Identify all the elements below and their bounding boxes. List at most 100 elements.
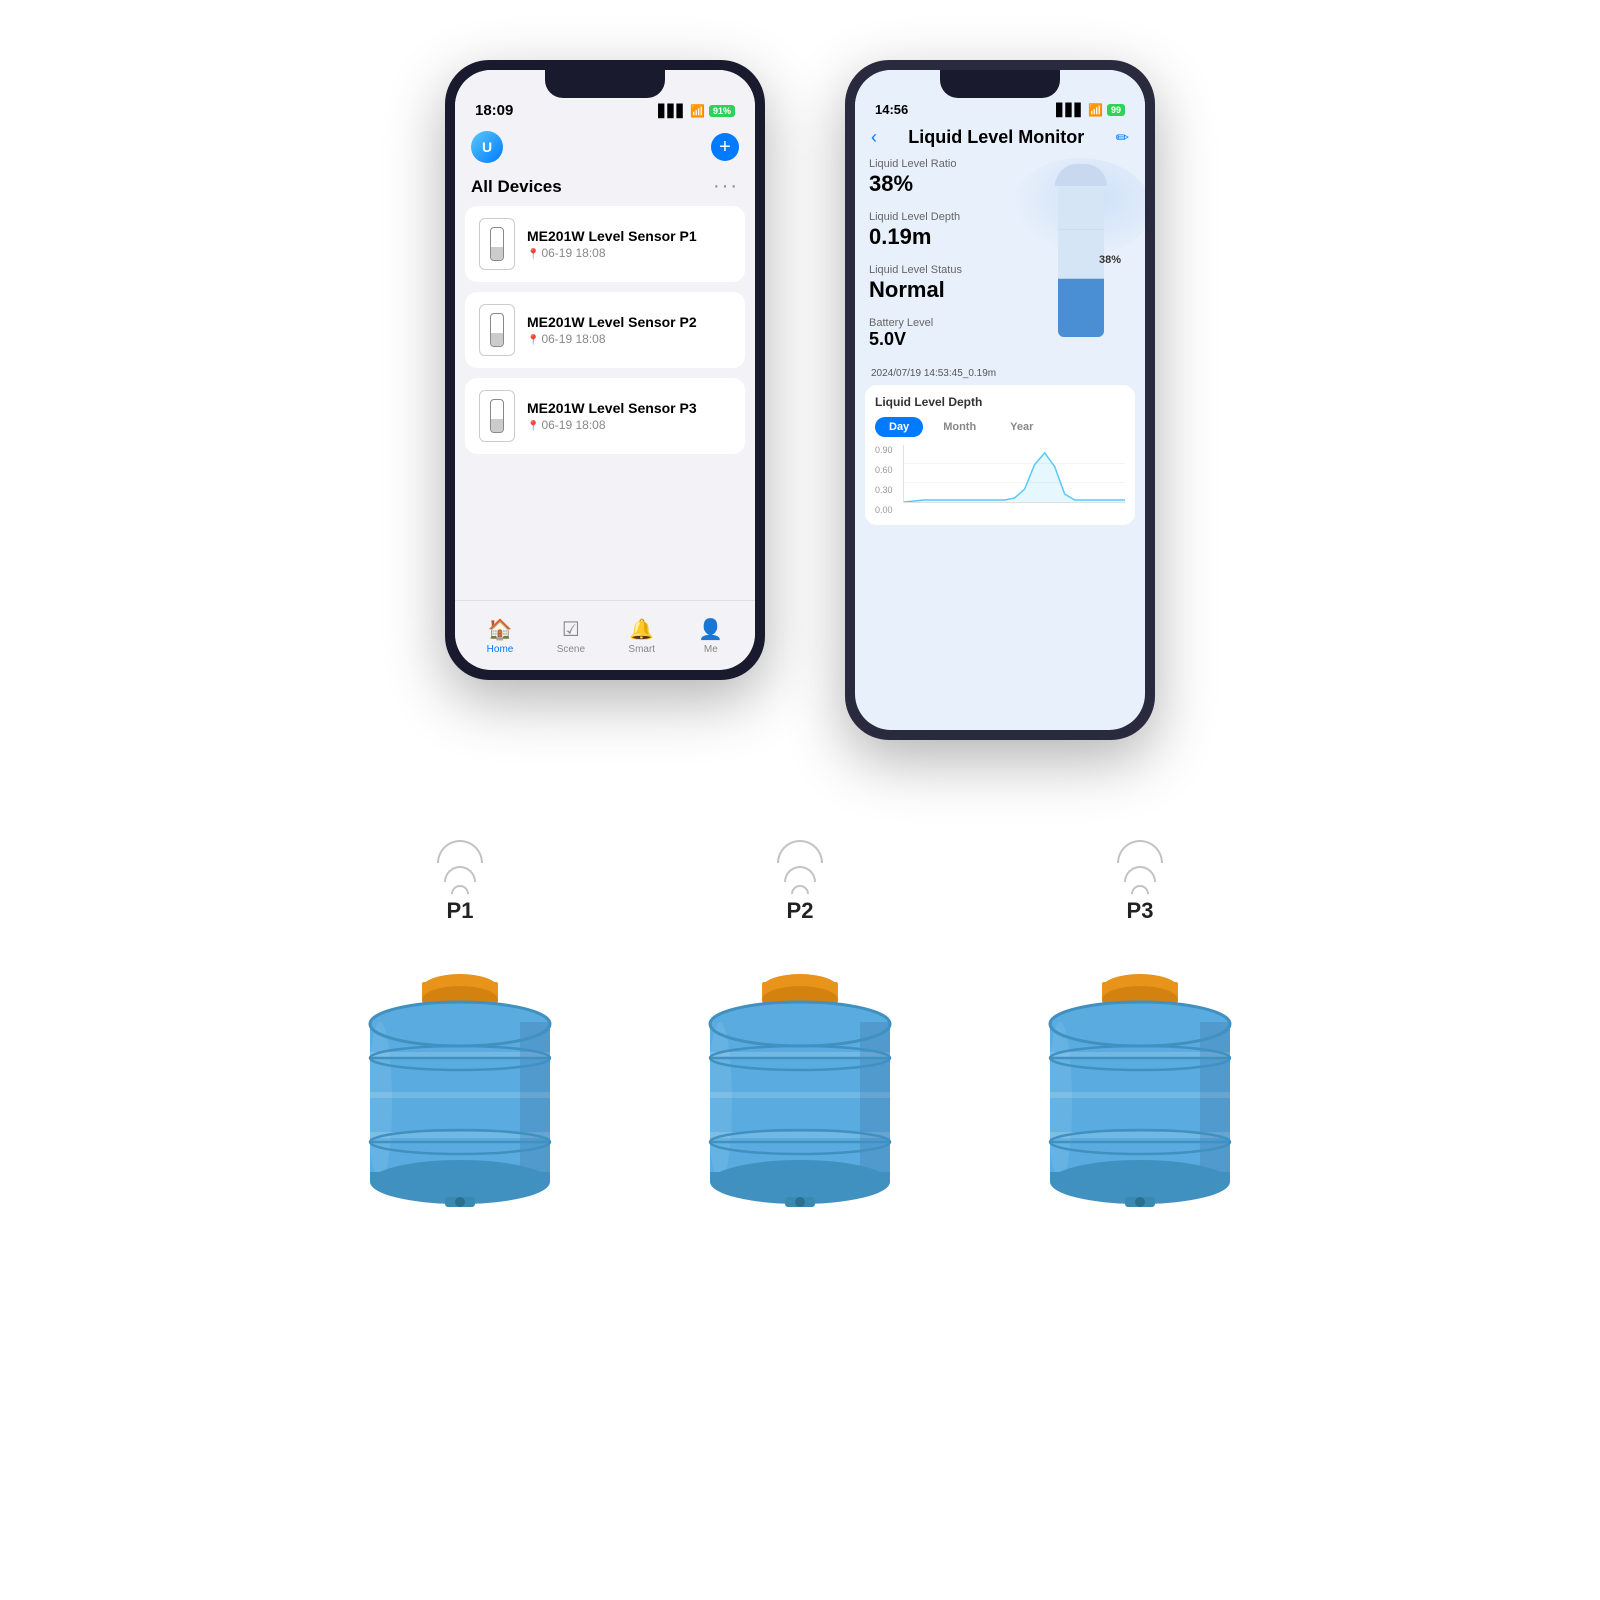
wifi-icon: 📶 [690,104,705,118]
wave-inner-p1 [451,885,469,894]
timestamp-row: 2024/07/19 14:53:45_0.19m [855,364,1145,385]
add-device-button[interactable]: + [711,133,739,161]
chart-tabs: Day Month Year [875,417,1125,437]
device-info-p1: ME201W Level Sensor P1 06-19 18:08 [527,228,731,260]
phone2-status-icons: ▋▋▋ 📶 99 [1056,103,1125,117]
depth-row: Liquid Level Depth 0.19m [869,211,1021,250]
barrel-p3: P3 [1030,840,1250,1212]
device-time-p1: 06-19 18:08 [527,246,731,260]
chart-svg [904,445,1125,502]
tank-top-cap [1055,164,1107,186]
device-name-p1: ME201W Level Sensor P1 [527,228,731,244]
chart-line [904,453,1125,502]
tank-water-fill [1058,278,1104,337]
phone2-screen: 14:56 ▋▋▋ 📶 99 ‹ Liquid Level Monitor ✏ [855,70,1145,730]
chart-area: 0.90 0.60 0.30 0.00 [875,445,1125,515]
battery-row: Battery Level 5.0V [869,317,1021,350]
monitor-content-area: Liquid Level Ratio 38% Liquid Level Dept… [855,158,1145,364]
ratio-label: Liquid Level Ratio [869,158,1021,170]
tab-month[interactable]: Month [929,417,990,437]
device-item-p3[interactable]: ME201W Level Sensor P3 06-19 18:08 [465,378,745,454]
battery-badge-2: 99 [1107,104,1125,116]
device-time-p2: 06-19 18:08 [527,332,731,346]
barrel-label-p1: P1 [447,898,474,924]
signal-icon: ▋▋▋ [658,104,686,118]
chart-fill [904,453,1125,502]
nav-me[interactable]: 👤 Me [698,617,723,655]
wave-inner-p2 [791,885,809,894]
barrel-svg-graphic-p3 [1030,932,1250,1212]
nav-scene-label: Scene [557,644,585,655]
device-item-p1[interactable]: ME201W Level Sensor P1 06-19 18:08 [465,206,745,282]
more-menu-button[interactable]: ··· [713,175,739,198]
edit-button[interactable]: ✏ [1116,128,1129,148]
y-label-0.00: 0.00 [875,505,903,515]
device-icon-p2 [479,304,515,356]
nav-home-label: Home [487,644,514,655]
nav-smart[interactable]: 🔔 Smart [628,617,655,655]
sensor-icon-p1 [490,227,504,261]
smart-icon: 🔔 [629,617,654,642]
device-info-p2: ME201W Level Sensor P2 06-19 18:08 [527,314,731,346]
phone1-screen: 18:09 ▋▋▋ 📶 91% U + All Devices ··· [455,70,755,670]
signal-icon-2: ▋▋▋ [1056,103,1084,117]
barrel-p2: P2 [690,840,910,1212]
phone1-notch [545,70,665,98]
wave-mid-p2 [784,866,816,882]
barrel-svg-p3 [1030,932,1250,1212]
barrel-svg-p1 [350,932,570,1212]
status-row: Liquid Level Status Normal [869,264,1021,303]
scene-icon: ☑ [562,617,580,642]
y-label-0.60: 0.60 [875,465,903,475]
device-name-p2: ME201W Level Sensor P2 [527,314,731,330]
bottom-nav: 🏠 Home ☑ Scene 🔔 Smart 👤 Me [455,600,755,670]
device-time-p3: 06-19 18:08 [527,418,731,432]
battery-badge: 91% [709,105,735,117]
bottom-section: P1 [0,780,1600,1212]
device-icon-p3 [479,390,515,442]
tab-year[interactable]: Year [996,417,1047,437]
chart-section: Liquid Level Depth Day Month Year 0.90 0… [865,385,1135,525]
wave-outer-p1 [437,840,483,863]
app-header: U + [455,123,755,171]
device-name-p3: ME201W Level Sensor P3 [527,400,731,416]
tank-pct-label: 38% [1099,254,1121,266]
battery-value: 5.0V [869,329,1021,350]
wave-mid-p3 [1124,866,1156,882]
nav-scene[interactable]: ☑ Scene [557,617,585,655]
phone1-time: 18:09 [475,102,513,119]
barrel-svg-graphic-p1 [350,932,570,1212]
avatar[interactable]: U [471,131,503,163]
ratio-row: Liquid Level Ratio 38% [869,158,1021,197]
depth-value: 0.19m [869,224,1021,250]
chart-plot-area [903,445,1125,503]
device-icon-p1 [479,218,515,270]
barrel-p1: P1 [350,840,570,1212]
home-icon: 🏠 [488,617,513,642]
sensor-icon-p3 [490,399,504,433]
barrel-label-p2: P2 [787,898,814,924]
wave-inner-p3 [1131,885,1149,894]
y-label-0.90: 0.90 [875,445,903,455]
wifi-waves-p1 [437,840,483,894]
monitor-header: ‹ Liquid Level Monitor ✏ [855,121,1145,158]
wave-outer-p2 [777,840,823,863]
phone2-notch [940,70,1060,98]
wifi-icon-2: 📶 [1088,103,1103,117]
tank-level-line-1 [1058,229,1104,230]
nav-home[interactable]: 🏠 Home [487,617,514,655]
nav-smart-label: Smart [628,644,655,655]
phone2-time: 14:56 [875,102,908,117]
battery-label: Battery Level [869,317,1021,329]
phone1-status-icons: ▋▋▋ 📶 91% [658,104,735,118]
status-value: Normal [869,277,1021,303]
metrics-panel: Liquid Level Ratio 38% Liquid Level Dept… [869,158,1021,364]
device-item-p2[interactable]: ME201W Level Sensor P2 06-19 18:08 [465,292,745,368]
status-label: Liquid Level Status [869,264,1021,276]
tab-day[interactable]: Day [875,417,923,437]
barrel-label-p3: P3 [1127,898,1154,924]
page-root: 18:09 ▋▋▋ 📶 91% U + All Devices ··· [0,0,1600,1600]
timestamp-text: 2024/07/19 14:53:45_0.19m [871,368,996,379]
chart-y-labels: 0.90 0.60 0.30 0.00 [875,445,903,515]
phone-device-list: 18:09 ▋▋▋ 📶 91% U + All Devices ··· [445,60,765,680]
